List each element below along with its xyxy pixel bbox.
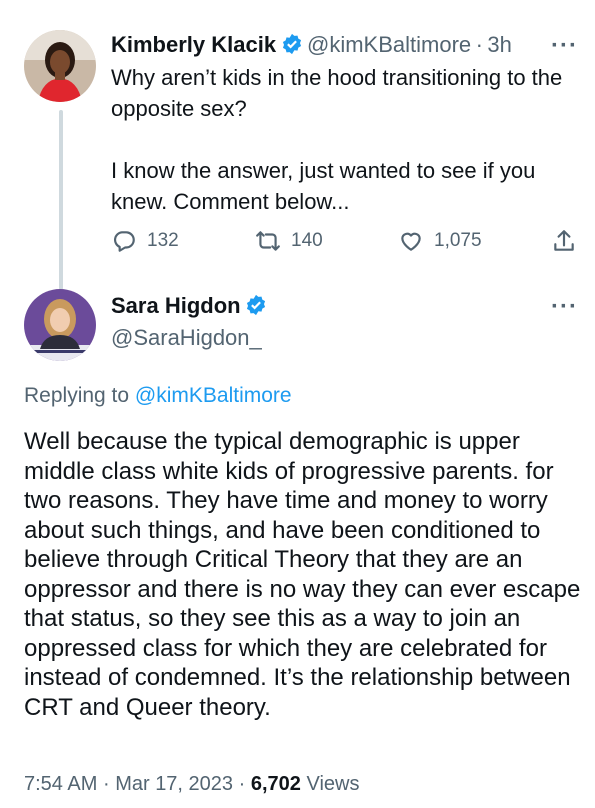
thread-line (59, 110, 63, 290)
heart-icon (401, 232, 421, 251)
more-options-button[interactable]: ··· (551, 32, 578, 60)
separator-dot: · (102, 773, 110, 795)
avatar-kimberly-klacik[interactable] (24, 30, 96, 102)
replying-to-handle-link[interactable]: @kimKBaltimore (135, 384, 292, 407)
author-name[interactable]: Kimberly Klacik (111, 32, 276, 57)
separator-dot: · (238, 773, 246, 795)
share-button[interactable] (551, 228, 577, 254)
replying-to-label: Replying to (24, 384, 130, 407)
verified-badge-icon (282, 33, 301, 55)
retweet-icon (256, 231, 280, 251)
author-handle[interactable]: @kimKBaltimore (307, 32, 471, 57)
tweet-time[interactable]: 7:54 AM (24, 773, 97, 795)
views-count: 6,702 (250, 773, 301, 795)
reply-count: 132 (147, 230, 179, 251)
tweet1-header: Kimberly Klacik @kimKBaltimore · 3h (111, 32, 512, 58)
separator-dot: · (475, 32, 483, 57)
avatar-sara-higdon[interactable] (24, 289, 96, 361)
tweet-time[interactable]: 3h (487, 32, 511, 57)
replying-to: Replying to @kimKBaltimore (24, 384, 292, 408)
verified-badge-icon (246, 294, 266, 316)
tweet-meta: 7:54 AM · Mar 17, 2023 · 6,702 Views (24, 773, 359, 796)
views-label: Views (306, 773, 360, 795)
reply-button[interactable]: 132 (111, 228, 179, 254)
avatar-image (24, 30, 96, 102)
avatar-image (24, 289, 96, 361)
reply-icon (113, 231, 135, 252)
author-name[interactable]: Sara Higdon (111, 293, 241, 318)
retweet-button[interactable]: 140 (255, 228, 323, 254)
tweet2-text: Well because the typical demographic is … (24, 428, 581, 721)
tweet1-text: Why aren’t kids in the hood transitionin… (111, 65, 563, 214)
tweet2-header: Sara Higdon (111, 293, 267, 319)
author-handle[interactable]: @SaraHigdon_ (111, 325, 262, 351)
more-options-button[interactable]: ··· (551, 293, 578, 321)
tweet-date[interactable]: Mar 17, 2023 (115, 773, 233, 795)
retweet-count: 140 (291, 230, 323, 251)
like-button[interactable]: 1,075 (398, 228, 482, 254)
share-icon (554, 230, 574, 251)
like-count: 1,075 (434, 230, 482, 251)
